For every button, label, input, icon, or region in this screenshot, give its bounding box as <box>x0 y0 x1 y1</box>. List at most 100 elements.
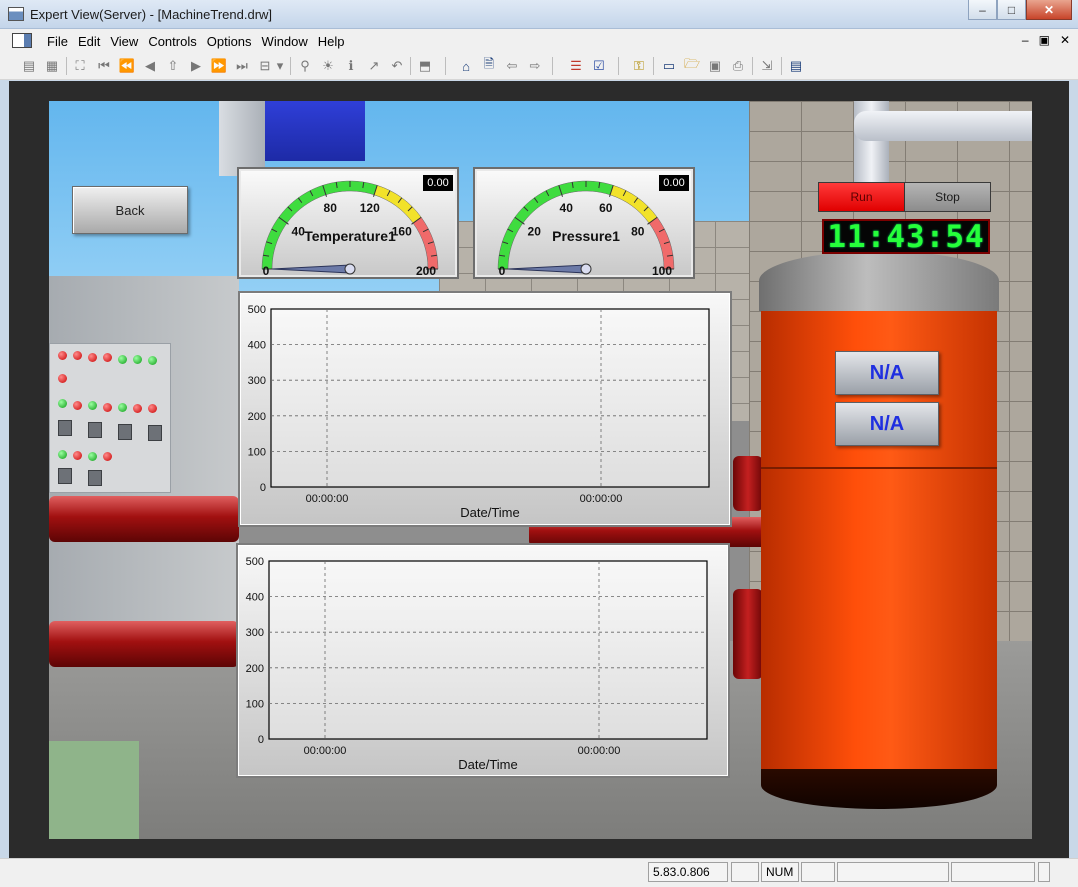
x-tick-label: 00:00:00 <box>306 493 349 505</box>
frame-icon[interactable]: ⊟ <box>256 57 274 75</box>
x-tick-label: 00:00:00 <box>580 493 623 505</box>
x-axis-label: Date/Time <box>458 757 517 772</box>
menu-file[interactable]: File <box>42 34 73 49</box>
forward-arrow-icon[interactable]: ⇨ <box>526 57 544 75</box>
gauge-zone-1 <box>373 184 422 224</box>
list-icon[interactable]: ☰ <box>567 57 585 75</box>
maximize-button[interactable]: □ <box>997 0 1026 20</box>
duct-frame <box>219 101 265 176</box>
mdi-restore-button[interactable]: ▣ <box>1039 33 1050 47</box>
export-icon[interactable]: ⇲ <box>758 57 776 75</box>
gauge-zone-0 <box>497 180 614 270</box>
gauge-hub <box>344 263 356 275</box>
indicator-led <box>58 374 67 383</box>
y-tick-label: 200 <box>246 663 264 675</box>
back-button[interactable]: Back <box>72 186 188 234</box>
red-pipe-lower <box>49 621 239 667</box>
tank-lid <box>759 251 999 311</box>
title-bar: Expert View(Server) - [MachineTrend.drw]… <box>0 0 1078 29</box>
back-arrow-icon[interactable]: ⇦ <box>503 57 521 75</box>
next-icon[interactable]: ▶ <box>187 57 205 75</box>
rewind-icon[interactable]: ⏪ <box>118 57 136 75</box>
indicator-led <box>118 355 127 364</box>
home-icon[interactable]: ⌂ <box>457 57 475 75</box>
last-icon[interactable]: ⏭ <box>233 57 251 75</box>
gauge-tick-label: 20 <box>528 224 542 238</box>
grass-patch <box>49 741 139 839</box>
status-bar: 5.83.0.806 NUM <box>0 858 1078 887</box>
panel-switch <box>88 422 102 438</box>
stop-button[interactable]: Stop <box>905 183 990 211</box>
y-tick-label: 400 <box>248 340 266 352</box>
gauge-hub <box>580 263 592 275</box>
print-icon[interactable]: ⎙ <box>729 57 747 75</box>
first-icon[interactable]: ⏮ <box>95 57 113 75</box>
zoom-icon[interactable]: ⚲ <box>296 57 314 75</box>
status-pane-empty <box>1038 862 1050 882</box>
menu-help[interactable]: Help <box>313 34 350 49</box>
toolbar-separator <box>781 57 782 75</box>
close-button[interactable]: ✕ <box>1026 0 1072 20</box>
red-pipe-flange <box>733 589 763 679</box>
x-axis-label: Date/Time <box>460 505 519 520</box>
save-icon[interactable]: ▣ <box>706 57 724 75</box>
temperature-gauge: 0 40 80 120 160 200 Temperature1 0.00 <box>237 167 459 279</box>
indicator-led <box>73 451 82 460</box>
gauge-tick-label: 60 <box>599 201 613 215</box>
toolbar-separator <box>410 57 411 75</box>
notes-icon[interactable]: ▤ <box>787 57 805 75</box>
table-icon[interactable]: ▤ <box>20 57 38 75</box>
gauge-needle <box>271 264 351 274</box>
gauge-tick-label: 100 <box>652 264 672 277</box>
grid-icon[interactable]: ▦ <box>43 57 61 75</box>
minimize-button[interactable]: – <box>968 0 997 20</box>
check-list-icon[interactable]: ☑ <box>590 57 608 75</box>
menu-edit[interactable]: Edit <box>73 34 105 49</box>
menu-options[interactable]: Options <box>202 34 257 49</box>
gauge-label: Temperature1 <box>304 228 396 244</box>
mdi-minimize-button[interactable]: – <box>1022 33 1029 47</box>
menu-bar: File Edit View Controls Options Window H… <box>0 29 1078 53</box>
menu-view[interactable]: View <box>105 34 143 49</box>
dropdown-icon[interactable]: ▾ <box>274 57 286 75</box>
toolbar-separator <box>290 57 291 75</box>
status-pane-empty <box>731 862 759 882</box>
y-tick-label: 500 <box>246 556 264 568</box>
plant-scene: Back 0 40 80 120 160 200 Temperature1 0.00 0 20… <box>49 101 1032 839</box>
folder-up-icon[interactable]: ⬒ <box>416 57 434 75</box>
red-pipe-flange <box>733 456 763 511</box>
window-icon[interactable]: ▭ <box>660 57 678 75</box>
y-tick-label: 400 <box>246 592 264 604</box>
page-icon[interactable]: 🗎 <box>480 56 498 75</box>
trend-chart-2[interactable]: 0 100 200 300 400 500 00:00:00 00:00:00 Date/Tim… <box>236 543 730 778</box>
y-tick-label: 100 <box>246 698 264 710</box>
menu-controls[interactable]: Controls <box>143 34 201 49</box>
trend-chart-1[interactable]: 0 100 200 300 400 500 00:00:00 00:00:00 Date/Tim… <box>238 291 732 527</box>
indicator-led <box>88 452 97 461</box>
key-icon[interactable]: ⚿ <box>630 57 648 75</box>
menu-window[interactable]: Window <box>257 34 313 49</box>
digital-clock: 11:43:54 <box>822 219 990 255</box>
status-pane-empty <box>801 862 835 882</box>
menu-list: File Edit View Controls Options Window H… <box>42 34 350 49</box>
tank-value-display-2: N/A <box>835 402 939 446</box>
indicator-led <box>88 353 97 362</box>
mdi-close-button[interactable]: ✕ <box>1060 33 1070 47</box>
document-icon[interactable] <box>12 33 32 48</box>
forward-icon[interactable]: ⏩ <box>210 57 228 75</box>
open-folder-icon[interactable]: 🗁 <box>683 56 701 75</box>
document-area: Back 0 40 80 120 160 200 Temperature1 0.00 0 20… <box>9 81 1069 858</box>
chart-icon[interactable]: ↗ <box>365 57 383 75</box>
info-icon[interactable]: ℹ <box>342 57 360 75</box>
prev-icon[interactable]: ◀ <box>141 57 159 75</box>
plot-area <box>270 308 710 488</box>
mdi-controls: – ▣ ✕ <box>1022 33 1070 47</box>
run-button[interactable]: Run <box>819 183 905 211</box>
fit-icon[interactable]: ⛶ <box>71 57 89 75</box>
panel-switch <box>58 420 72 436</box>
gauge-zone-0 <box>261 180 378 270</box>
gauge-tick-label: 0 <box>499 264 506 277</box>
tree-icon[interactable]: ⇧ <box>164 57 182 75</box>
bulb-icon[interactable]: ☀ <box>319 57 337 75</box>
undo-icon[interactable]: ↶ <box>388 57 406 75</box>
